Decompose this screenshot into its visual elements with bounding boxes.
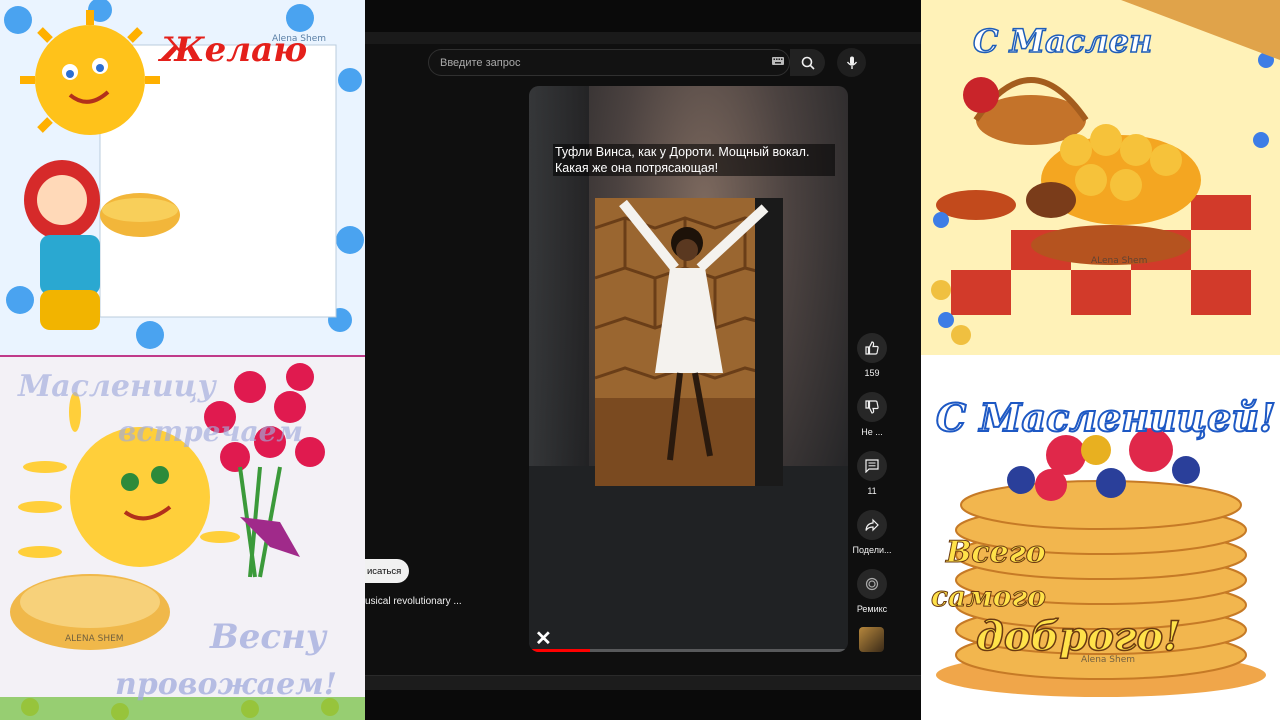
- search-box[interactable]: [428, 49, 790, 76]
- subscribe-button[interactable]: исаться: [365, 559, 409, 583]
- video-progress-bar[interactable]: [529, 649, 848, 652]
- share-action[interactable]: Подели...: [845, 510, 899, 555]
- card-wish-line1: Всего: [946, 535, 1047, 571]
- card-title-maslenitsa: С Маслен: [972, 21, 1153, 61]
- card-text-line2: встречаем: [118, 415, 304, 448]
- video-brand-logo: ✕: [535, 628, 552, 650]
- greeting-card-top-right: С Маслен ALena Shem: [921, 0, 1280, 355]
- dislike-label: Не ...: [861, 427, 883, 437]
- card-text-line3: Весну: [210, 617, 327, 657]
- card-watermark: Alena Shem: [1081, 655, 1135, 665]
- video-progress-fill: [529, 649, 590, 652]
- comment-count: 11: [867, 486, 877, 496]
- card-wish-line3: доброго!: [975, 612, 1181, 661]
- like-action[interactable]: 159: [845, 333, 899, 378]
- card-watermark: ALENA SHEM: [65, 634, 124, 644]
- thumbs-up-icon: [865, 341, 879, 355]
- video-background-shirt: [529, 466, 848, 652]
- video-inset-photo: [595, 198, 783, 486]
- thumbs-down-icon: [865, 400, 879, 414]
- dislike-button[interactable]: [857, 392, 887, 422]
- card-watermark: Alena Shem: [272, 34, 326, 44]
- short-video-player[interactable]: Туфли Винса, как у Дороти. Мощный вокал.…: [529, 86, 848, 652]
- screen: Желаю Alena Shem Масленицу встречаем Вес…: [0, 0, 1280, 720]
- comments-action[interactable]: 11: [845, 451, 899, 496]
- caption-line-2: Какая же она потрясающая!: [555, 161, 719, 175]
- greeting-card-bottom-right: С Масленицей! Всего самого доброго! Alen…: [921, 355, 1280, 720]
- taskbar-strip: [365, 690, 921, 720]
- share-button[interactable]: [857, 510, 887, 540]
- share-icon: [865, 518, 879, 532]
- comments-button[interactable]: [857, 451, 887, 481]
- keyboard-icon[interactable]: [767, 57, 789, 68]
- search-icon: [801, 56, 815, 70]
- search-button[interactable]: [790, 49, 825, 76]
- remix-action[interactable]: Ремикс: [845, 569, 899, 614]
- card-wish-line2: самого: [931, 580, 1047, 614]
- video-caption: Туфли Винса, как у Дороти. Мощный вокал.…: [553, 144, 835, 176]
- card-title-maslenitsa-2: С Масленицей!: [935, 394, 1277, 441]
- remix-label: Ремикс: [856, 604, 888, 614]
- remix-button[interactable]: [857, 569, 887, 599]
- like-button[interactable]: [857, 333, 887, 363]
- card-text-line1: Масленицу: [18, 369, 216, 404]
- card-watermark: ALena Shem: [1091, 256, 1148, 266]
- top-divider: [365, 32, 921, 44]
- remix-icon: [865, 577, 879, 591]
- caption-line-1: Туфли Винса, как у Дороти. Мощный вокал.: [555, 145, 810, 159]
- microphone-icon: [846, 56, 857, 69]
- share-label: Подели...: [852, 545, 892, 555]
- like-count: 159: [864, 368, 880, 378]
- dislike-action[interactable]: Не ...: [845, 392, 899, 437]
- search-input[interactable]: [429, 56, 767, 69]
- greeting-card-bottom-left: Масленицу встречаем Весну провожаем! ALE…: [0, 355, 365, 720]
- channel-title[interactable]: usical revolutionary ...: [365, 596, 485, 607]
- greeting-card-top-left: Желаю Alena Shem: [0, 0, 365, 355]
- card-text-line4: провожаем!: [115, 667, 337, 702]
- comment-icon: [865, 459, 879, 473]
- youtube-window: Туфли Винса, как у Дороти. Мощный вокал.…: [365, 0, 921, 720]
- voice-search-button[interactable]: [837, 48, 866, 77]
- sound-avatar[interactable]: [859, 627, 884, 652]
- top-bar: [365, 0, 921, 32]
